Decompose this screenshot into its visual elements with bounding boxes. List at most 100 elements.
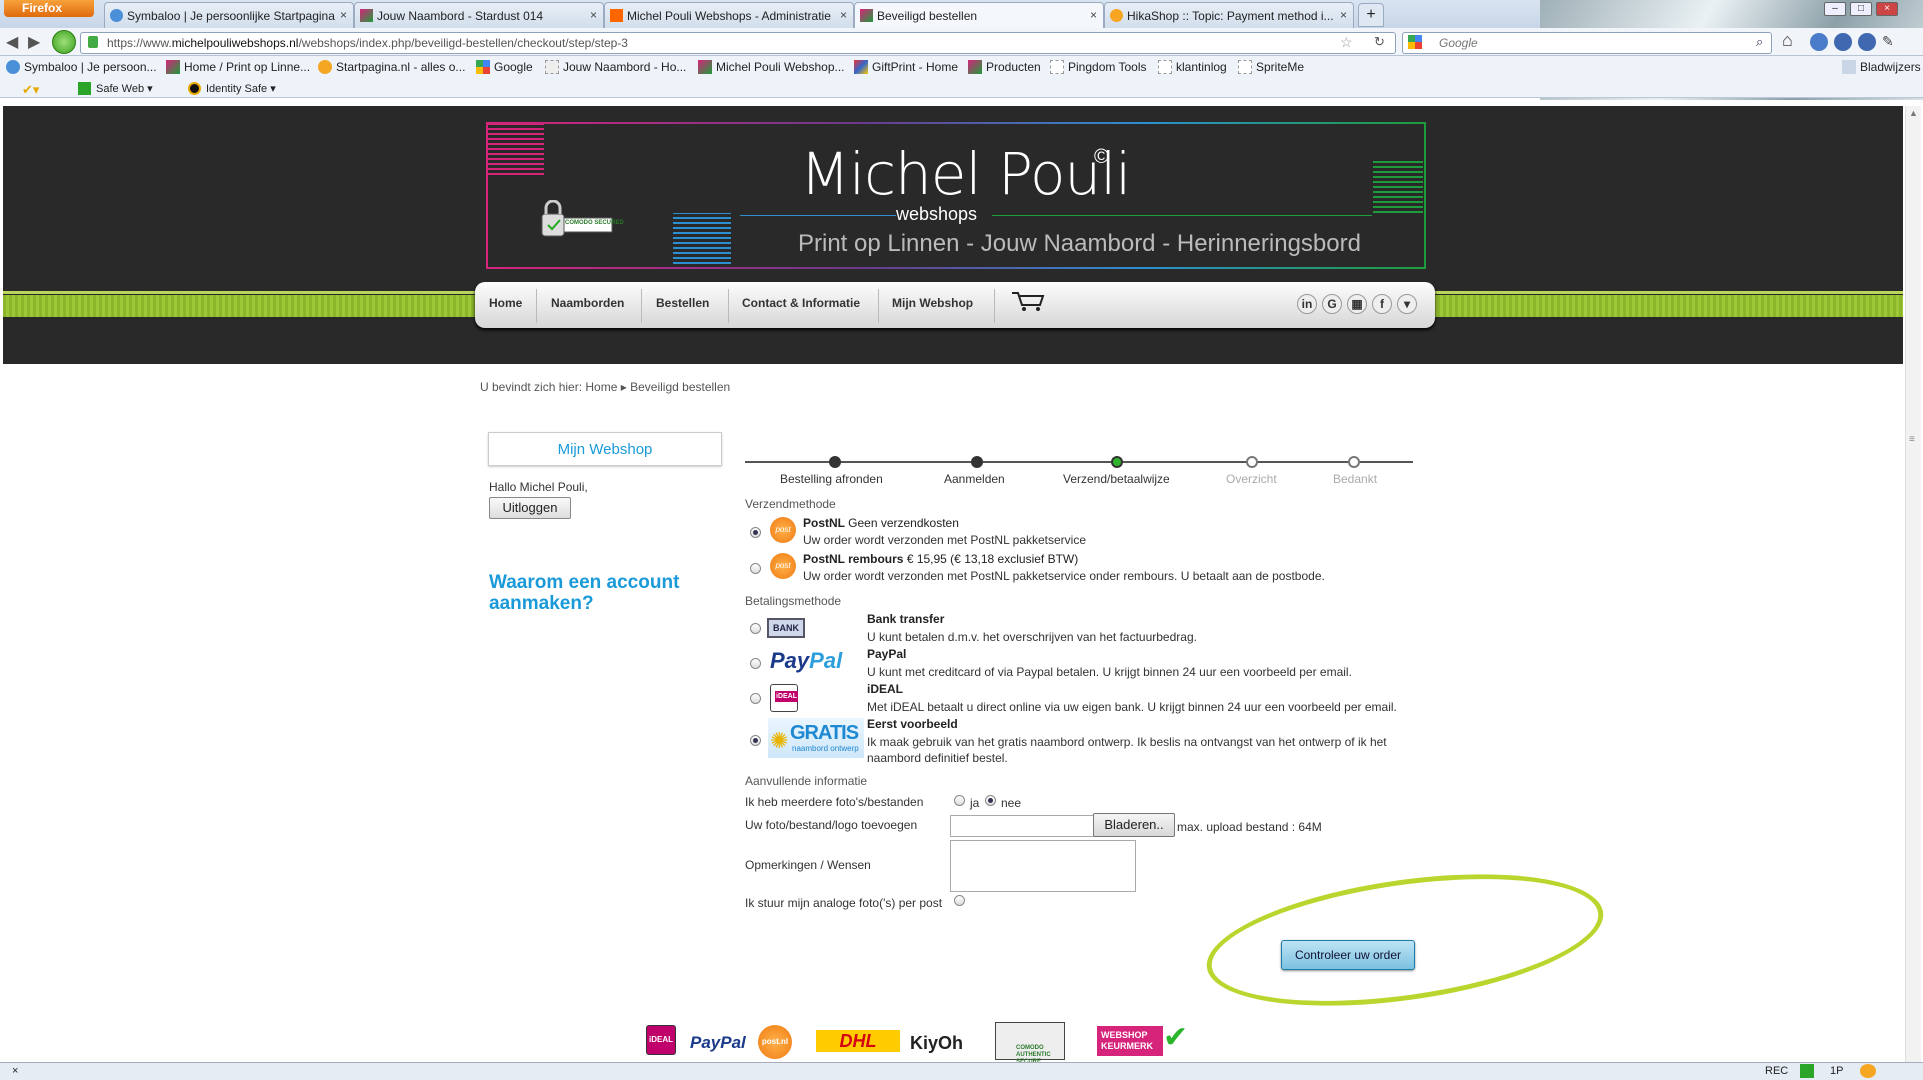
google-plus-icon[interactable]: G <box>1322 294 1342 314</box>
addon-icon[interactable] <box>1810 33 1828 51</box>
decor-stripes <box>673 213 731 267</box>
new-tab-button[interactable]: + <box>1358 3 1384 27</box>
remarks-textarea[interactable] <box>950 840 1136 892</box>
site-icon <box>968 60 982 74</box>
why-account-link[interactable]: Waarom een account aanmaken? <box>489 572 719 614</box>
check-order-button[interactable]: Controleer uw order <box>1281 940 1415 970</box>
payment-ideal-desc: Met iDEAL betaalt u direct online via uw… <box>867 700 1397 714</box>
menu-mijn-webshop[interactable]: Mijn Webshop <box>892 296 973 310</box>
comodo-secured-badge[interactable]: COMODO SECURED <box>538 199 624 238</box>
search-icon[interactable]: ⌕ <box>1756 34 1763 50</box>
bookmark-jouw-naambord[interactable]: Jouw Naambord - Ho... <box>545 60 686 74</box>
step-dot-done <box>829 456 841 468</box>
forward-arrow-icon[interactable]: ▶ <box>28 32 40 52</box>
logout-button[interactable]: Uitloggen <box>489 497 571 519</box>
home-icon[interactable]: ⌂ <box>1782 30 1793 51</box>
gratis-label: GRATIS <box>790 722 859 744</box>
bookmarks-menu[interactable]: Bladwijzers <box>1842 60 1921 74</box>
cart-icon[interactable] <box>1010 290 1046 315</box>
bookmark-klantinlog[interactable]: klantinlog <box>1158 60 1227 74</box>
site-identity-icon[interactable] <box>52 30 76 54</box>
page-scrollbar[interactable]: ▲ ≡ <box>1905 106 1921 1062</box>
payment-bank-radio[interactable] <box>750 623 761 634</box>
step-dot-todo <box>1246 456 1258 468</box>
menu-contact[interactable]: Contact & Informatie <box>742 296 860 310</box>
shipping-postnl-desc: Uw order wordt verzonden met PostNL pakk… <box>803 533 1087 547</box>
tools-icon[interactable]: ✎ <box>1882 33 1894 50</box>
bookmark-home-print[interactable]: Home / Print op Linne... <box>166 60 310 74</box>
tab-jouw-naambord[interactable]: Jouw Naambord - Stardust 014 × <box>354 2 604 28</box>
step-aanmelden: Aanmelden <box>944 472 1005 486</box>
close-icon[interactable]: × <box>840 8 847 22</box>
payment-ideal-radio[interactable] <box>750 693 761 704</box>
breadcrumb-home-link[interactable]: Home <box>585 380 617 394</box>
browse-button[interactable]: Bladeren.. <box>1093 813 1175 837</box>
payment-paypal-radio[interactable] <box>750 658 761 669</box>
close-icon[interactable]: × <box>590 8 597 22</box>
payment-eerst-voorbeeld-radio[interactable] <box>750 735 761 746</box>
identity-safe-menu[interactable]: Identity Safe ▾ <box>188 82 276 95</box>
maximize-button[interactable]: □ <box>1850 2 1872 16</box>
tab-symbaloo[interactable]: Symbaloo | Je persoonlijke Startpagina × <box>104 2 354 28</box>
page-icon <box>1238 60 1252 74</box>
google-icon <box>476 60 490 74</box>
back-arrow-icon[interactable]: ◀ <box>6 32 18 52</box>
payment-eerst-voorbeeld-desc: Ik maak gebruik van het gratis naambord … <box>867 735 1387 749</box>
bookmark-startpagina[interactable]: Startpagina.nl - alles o... <box>318 60 465 74</box>
close-window-button[interactable]: × <box>1876 2 1898 16</box>
facebook-icon[interactable]: f <box>1372 294 1392 314</box>
bookmark-michel-pouli[interactable]: Michel Pouli Webshop... <box>698 60 845 74</box>
firefox-menu-button[interactable]: Firefox <box>4 0 94 17</box>
menu-home[interactable]: Home <box>489 296 522 310</box>
lock-icon <box>541 199 613 237</box>
addon-icon[interactable] <box>1858 33 1876 51</box>
star-icon[interactable]: ☆ <box>1340 34 1353 51</box>
close-icon[interactable]: × <box>1340 8 1347 22</box>
safe-web-menu[interactable]: Safe Web ▾ <box>78 82 153 95</box>
close-icon[interactable]: × <box>340 8 347 22</box>
reload-icon[interactable]: ↻ <box>1374 34 1385 50</box>
addon-icon[interactable] <box>1834 33 1852 51</box>
tab-administratie[interactable]: Michel Pouli Webshops - Administratie × <box>604 2 854 28</box>
addon-icon[interactable] <box>1860 1064 1876 1078</box>
bookmark-symbaloo[interactable]: Symbaloo | Je persoon... <box>6 60 157 74</box>
close-icon[interactable]: × <box>1090 8 1097 22</box>
bookmark-google[interactable]: Google <box>476 60 533 74</box>
addon-icon[interactable] <box>1800 1064 1814 1078</box>
url-bar[interactable]: https://www.michelpouliwebshops.nl/websh… <box>80 32 1396 54</box>
linkedin-icon[interactable]: in <box>1297 294 1317 314</box>
page-icon <box>545 60 559 74</box>
minimize-button[interactable]: – <box>1824 2 1846 16</box>
shipping-postnl-radio[interactable] <box>750 527 761 538</box>
copyright-symbol: © <box>1094 146 1109 168</box>
close-icon[interactable]: × <box>12 1065 18 1077</box>
multi-files-no-radio[interactable] <box>985 795 996 806</box>
bookmark-producten[interactable]: Producten <box>968 60 1041 74</box>
grid-icon[interactable]: ▦ <box>1347 294 1367 314</box>
brand-name[interactable]: Michel Pouli <box>800 140 1131 208</box>
multi-files-yes-radio[interactable] <box>954 795 965 806</box>
bank-icon: BANK <box>767 618 805 638</box>
tab-hikashop[interactable]: HikaShop :: Topic: Payment method i... × <box>1104 2 1354 28</box>
ideal-logo: iDEAL <box>646 1025 676 1055</box>
bookmark-giftprint[interactable]: GiftPrint - Home <box>854 60 958 74</box>
bookmark-pingdom[interactable]: Pingdom Tools <box>1050 60 1147 74</box>
checkmark-icon[interactable]: ✔▾ <box>22 82 39 98</box>
payment-eerst-voorbeeld-name: Eerst voorbeeld <box>867 717 958 731</box>
extra-info-heading: Aanvullende informatie <box>745 774 868 788</box>
menu-bestellen[interactable]: Bestellen <box>656 296 709 310</box>
tab-beveiligd-bestellen[interactable]: Beveiligd bestellen × <box>854 2 1104 28</box>
status-bar: × REC 1P <box>0 1062 1923 1080</box>
more-icon[interactable]: ▾ <box>1397 294 1417 314</box>
search-input[interactable]: Google <box>1402 32 1772 54</box>
bookmark-spriteme[interactable]: SpriteMe <box>1238 60 1304 74</box>
upload-file-field[interactable] <box>950 815 1094 837</box>
menu-naamborden[interactable]: Naamborden <box>551 296 624 310</box>
brand-sub: webshops <box>896 204 978 224</box>
multi-files-label: Ik heb meerdere foto's/bestanden <box>745 795 924 809</box>
analog-photos-checkbox[interactable] <box>954 895 965 906</box>
onepassword-indicator[interactable]: 1P <box>1830 1065 1843 1077</box>
lock-icon <box>88 36 98 48</box>
shipping-rembours-radio[interactable] <box>750 563 761 574</box>
paypal-logo: PayPal <box>690 1033 746 1052</box>
